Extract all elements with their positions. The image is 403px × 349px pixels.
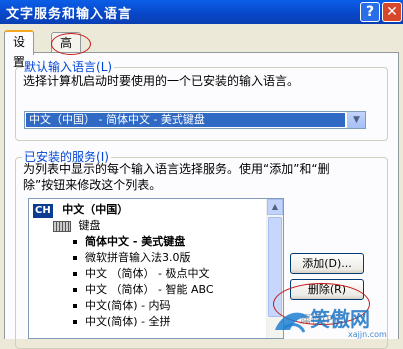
list-item[interactable]: 微软拼音输入法3.0版 — [73, 250, 191, 266]
svg-text:笑傲网: 笑傲网 — [310, 307, 370, 331]
chevron-down-icon[interactable]: ▼ — [347, 112, 365, 128]
watermark-logo: 笑傲网 xajjn.com — [275, 307, 387, 339]
services-description-2: 除”按钮来修改这个列表。 — [23, 178, 162, 192]
services-tree[interactable]: CH 中文（中国） 键盘 简体中文 - 美式键盘 微软拼音输入法3.0版 中文 … — [28, 198, 284, 339]
list-item[interactable]: 中文(简体) - 全拼 — [73, 314, 171, 330]
list-item[interactable]: 中文(简体) - 内码 — [73, 298, 171, 314]
close-button[interactable]: ✕ — [382, 2, 402, 22]
list-item[interactable]: 简体中文 - 美式键盘 — [73, 234, 185, 250]
default-language-label: 默认输入语言(L) — [22, 60, 115, 74]
default-language-description: 选择计算机启动时要使用的一个已安装的输入语言。 — [23, 74, 300, 88]
tree-category-row[interactable]: 键盘 — [53, 218, 101, 234]
window-title: 文字服务和输入语言 — [6, 7, 133, 22]
scroll-up-icon[interactable]: ▲ — [267, 199, 283, 215]
default-language-value: 中文（中国） - 简体中文 - 美式键盘 — [26, 113, 345, 127]
keyboard-icon — [53, 220, 71, 232]
svg-text:xajjn.com: xajjn.com — [348, 330, 387, 339]
help-button[interactable]: ? — [360, 2, 380, 22]
tree-category-label: 键盘 — [78, 219, 101, 232]
tree-language-label: 中文（中国） — [62, 203, 129, 216]
tree-language-row[interactable]: CH 中文（中国） — [33, 202, 128, 218]
add-button[interactable]: 添加(D)... — [290, 253, 364, 274]
tab-settings[interactable]: 设置 — [4, 30, 35, 69]
list-item[interactable]: 中文 （简体） - 智能 ABC — [73, 282, 214, 298]
services-description-1: 为列表中显示的每个输入语言选择服务。使用“添加”和“删 — [23, 162, 330, 176]
highlight-circle — [51, 33, 91, 55]
default-language-select[interactable]: 中文（中国） - 简体中文 - 美式键盘 ▼ — [24, 111, 366, 129]
list-item[interactable]: 中文 （简体） - 极点中文 — [73, 266, 209, 282]
language-code-icon: CH — [33, 204, 53, 218]
title-bar: 文字服务和输入语言 ? ✕ — [0, 0, 403, 24]
